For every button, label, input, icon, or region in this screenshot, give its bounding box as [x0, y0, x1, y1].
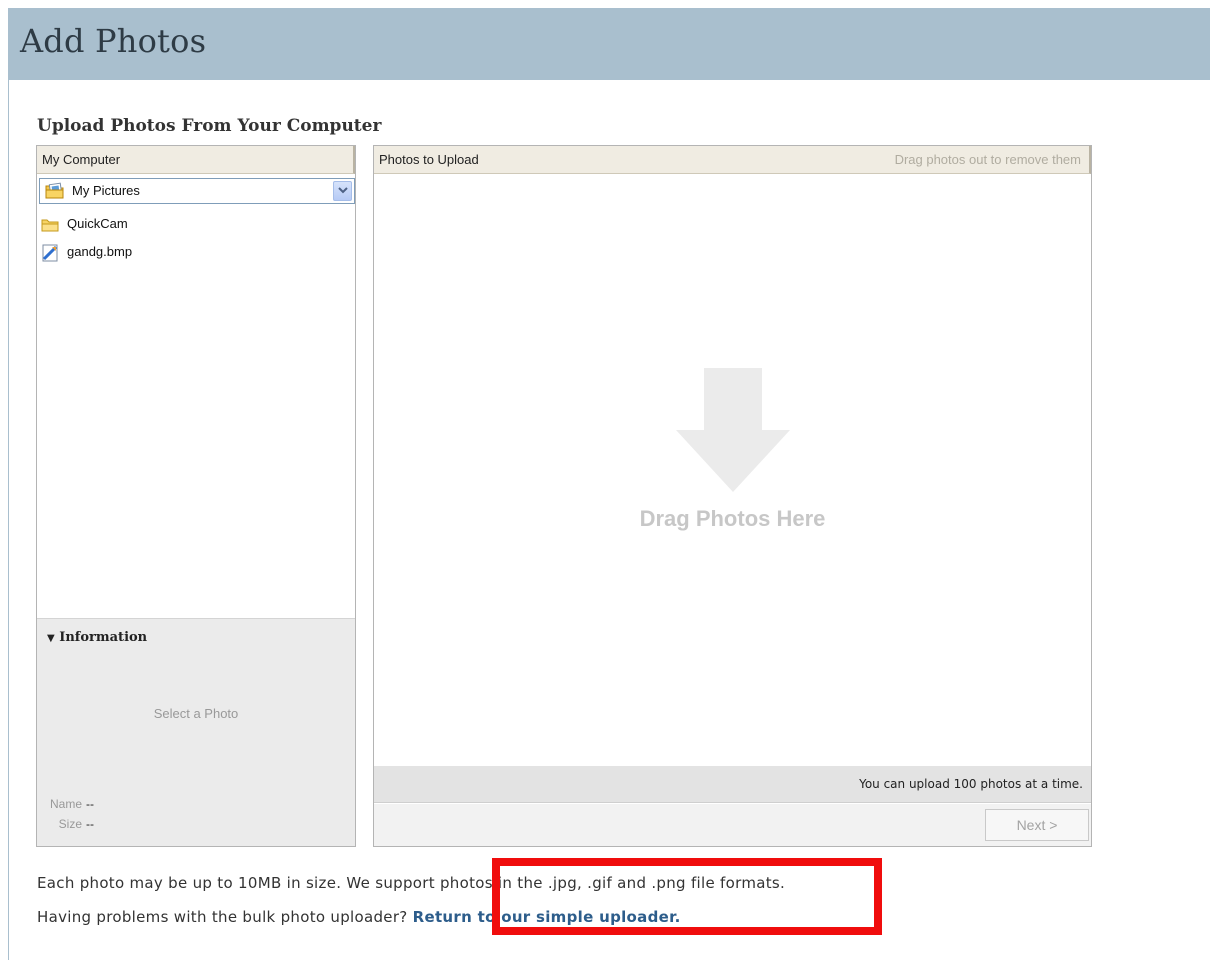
meta-name-value: -- — [86, 797, 94, 811]
folder-dropdown-label: My Pictures — [72, 183, 140, 198]
folder-dropdown[interactable]: My Pictures — [39, 178, 355, 204]
file-item-label: gandg.bmp — [67, 244, 133, 259]
select-photo-placeholder: Select a Photo — [153, 706, 239, 721]
remove-hint: Drag photos out to remove them — [894, 152, 1081, 167]
page-header: Add Photos — [8, 8, 1210, 80]
computer-browser-panel: My Computer My Pictures QuickCam gandg.b… — [36, 145, 356, 847]
dropdown-arrow-button[interactable] — [333, 181, 352, 201]
upload-drop-panel[interactable]: Photos to Upload Drag photos out to remo… — [373, 145, 1092, 847]
image-file-icon — [41, 244, 59, 262]
folder-icon — [41, 216, 59, 234]
section-title: Upload Photos From Your Computer — [37, 116, 382, 136]
meta-size-value: -- — [86, 817, 94, 831]
meta-name-row: Name -- — [34, 797, 94, 811]
file-item-label: QuickCam — [67, 216, 128, 231]
page-title: Add Photos — [20, 22, 207, 60]
information-toggle[interactable]: ▼ Information — [47, 630, 147, 645]
meta-name-label: Name — [49, 797, 82, 811]
file-item-quickcam[interactable]: QuickCam — [39, 214, 339, 236]
upload-limit-text: You can upload 100 photos at a time. — [859, 777, 1083, 791]
meta-size-row: Size -- — [34, 817, 94, 831]
chevron-down-icon — [338, 187, 348, 194]
meta-size-label: Size — [58, 817, 82, 831]
triangle-down-icon: ▼ — [47, 633, 55, 644]
next-button[interactable]: Next > — [985, 809, 1089, 841]
upload-limit-bar: You can upload 100 photos at a time. — [374, 766, 1091, 803]
upload-footer: Next > — [374, 804, 1091, 846]
computer-panel-header: My Computer — [37, 146, 355, 174]
upload-panel-title: Photos to Upload — [379, 152, 479, 167]
highlight-annotation — [492, 858, 882, 935]
drop-zone-label: Drag Photos Here — [639, 506, 826, 531]
down-arrow-icon — [676, 368, 790, 492]
problems-prefix: Having problems with the bulk photo uplo… — [37, 908, 408, 926]
pictures-folder-icon — [45, 182, 65, 200]
information-section: ▼ Information Select a Photo Name -- Size… — [37, 618, 355, 846]
upload-panel-header: Photos to Upload Drag photos out to remo… — [374, 146, 1091, 174]
information-title: Information — [59, 630, 148, 645]
file-item-gandg[interactable]: gandg.bmp — [39, 242, 339, 264]
